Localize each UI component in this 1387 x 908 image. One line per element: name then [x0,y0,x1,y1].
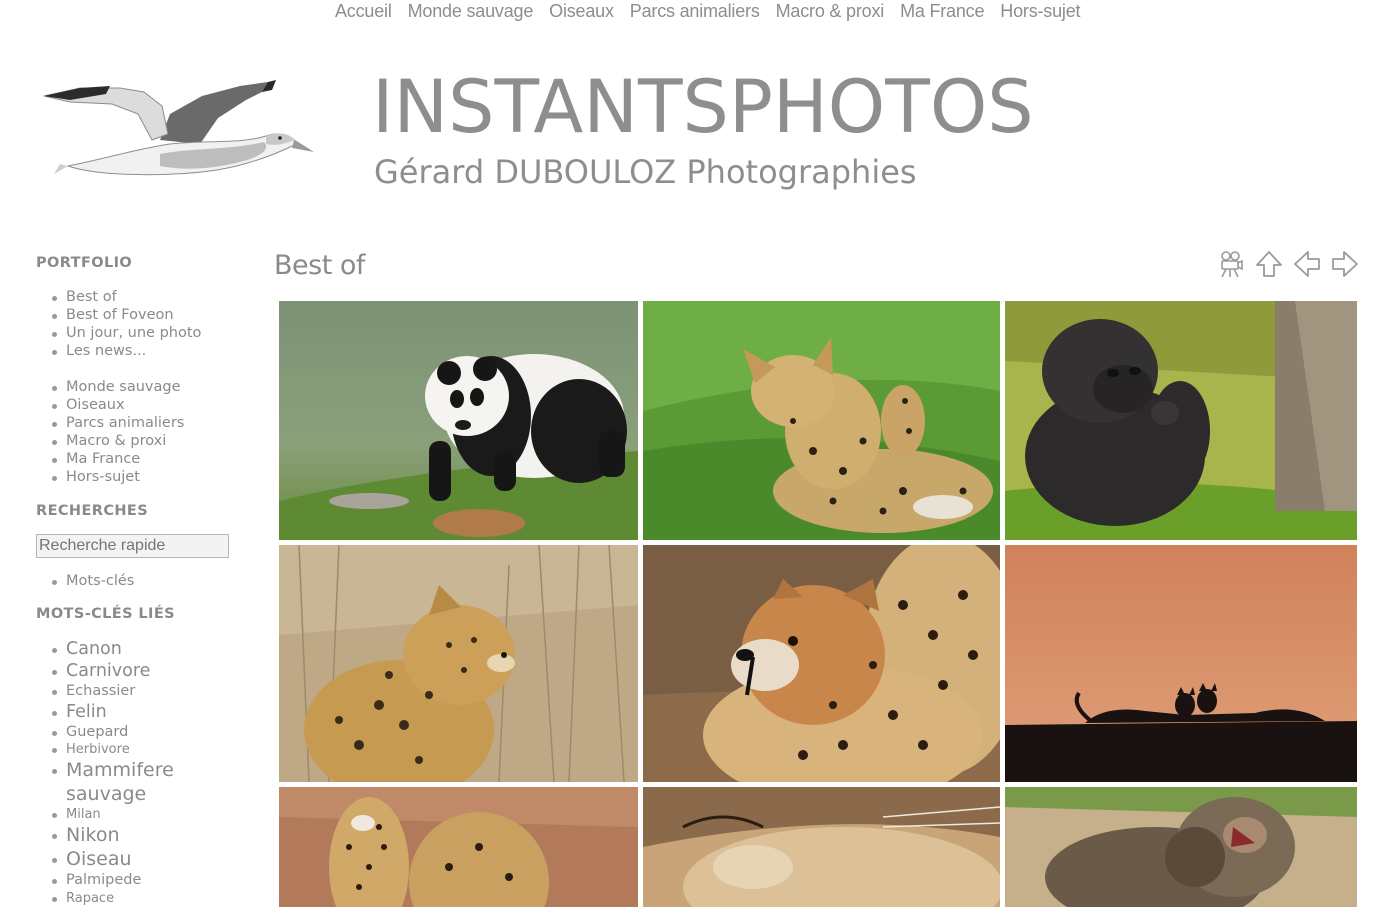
search-heading: RECHERCHES [36,503,149,519]
list-item[interactable]: Mammifere sauvage [52,759,246,806]
list-item[interactable]: Macro & proxi [52,432,246,450]
photo-thumbnail-panda[interactable] [279,301,638,540]
photo-thumbnail-lion-closeup[interactable] [643,787,1000,907]
site-title: INSTANTSPHOTOS [372,65,1034,150]
gallery-title: Best of [274,250,365,281]
topnav-link-monde-sauvage[interactable]: Monde sauvage [408,0,534,22]
list-item[interactable]: Ma France [52,450,246,468]
category-link-hors-sujet[interactable]: Hors-sujet [66,469,140,485]
photo-thumbnail-lion-silhouettes[interactable] [1005,545,1357,782]
portfolio-heading: PORTFOLIO [36,255,133,271]
portfolio-link-best-of[interactable]: Best of [66,289,117,305]
photo-thumbnail-wolves[interactable] [1005,787,1357,907]
list-item[interactable]: Milan [52,806,246,824]
slideshow-icon[interactable] [1216,247,1246,281]
top-navigation: Accueil Monde sauvage Oiseaux Parcs anim… [0,0,1387,24]
gallery-toolbar [1216,247,1360,281]
portfolio-link-news[interactable]: Les news... [66,343,146,359]
photo-thumbnail-gorilla[interactable] [1005,301,1357,540]
topnav-link-hors-sujet[interactable]: Hors-sujet [1000,0,1080,22]
list-item[interactable]: Oiseau [52,848,246,872]
photo-thumbnail-cheetah-cub[interactable] [279,787,638,907]
keywords-link[interactable]: Mots-clés [66,573,134,589]
gannet-bird-logo-icon[interactable] [40,74,316,182]
photo-thumbnail-serval[interactable] [643,301,1000,540]
list-item[interactable]: Hors-sujet [52,468,246,486]
tag-link-oiseau[interactable]: Oiseau [66,848,132,870]
topnav-link-parcs-animaliers[interactable]: Parcs animaliers [630,0,760,22]
tag-link-guepard[interactable]: Guepard [66,724,128,740]
previous-arrow-icon[interactable] [1292,247,1322,281]
list-item[interactable]: Oiseaux [52,396,246,414]
tag-link-canon[interactable]: Canon [66,639,122,659]
tag-link-nikon[interactable]: Nikon [66,824,119,846]
photo-thumbnail-leopard[interactable] [279,545,638,782]
topnav-link-macro-proxi[interactable]: Macro & proxi [776,0,885,22]
tag-link-rapace[interactable]: Rapace [66,891,114,906]
category-link-ma-france[interactable]: Ma France [66,451,140,467]
topnav-link-oiseaux[interactable]: Oiseaux [549,0,614,22]
tag-link-palmipede[interactable]: Palmipede [66,872,141,888]
tag-link-mammifere-sauvage[interactable]: Mammifere sauvage [66,759,174,805]
category-link-oiseaux[interactable]: Oiseaux [66,397,125,413]
list-item[interactable]: Guepard [52,723,246,742]
tag-link-milan[interactable]: Milan [66,807,101,822]
list-item[interactable]: Echassier [52,682,246,701]
tag-link-herbivore[interactable]: Herbivore [66,742,130,757]
photo-thumbnail-cheetah[interactable] [643,545,1000,782]
quick-search-input[interactable] [36,534,229,558]
portfolio-link-best-of-foveon[interactable]: Best of Foveon [66,307,174,323]
list-item[interactable]: Monde sauvage [52,378,246,396]
list-item[interactable]: Felin [52,701,246,723]
topnav-link-accueil[interactable]: Accueil [335,0,392,22]
list-item[interactable]: Best of [52,288,246,306]
category-link-macro-proxi[interactable]: Macro & proxi [66,433,166,449]
up-arrow-icon[interactable] [1254,247,1284,281]
site-subtitle: Gérard DUBOULOZ Photographies [374,153,917,191]
list-item[interactable]: Mots-clés [52,572,246,590]
list-item[interactable]: Best of Foveon [52,306,246,324]
category-list: Monde sauvage Oiseaux Parcs animaliers M… [36,378,246,486]
portfolio-link-un-jour[interactable]: Un jour, une photo [66,325,201,341]
related-tags-heading: MOTS-CLÉS LIÉS [36,606,175,622]
list-item[interactable]: Nikon [52,824,246,848]
list-item[interactable]: Un jour, une photo [52,324,246,342]
search-links: Mots-clés [36,572,246,590]
sidebar: PORTFOLIO Best of Best of Foveon Un jour… [36,252,246,908]
list-item[interactable]: Parcs animaliers [52,414,246,432]
list-item[interactable]: Palmipede [52,871,246,890]
tag-link-echassier[interactable]: Echassier [66,683,135,699]
list-item[interactable]: Carnivore [52,660,246,682]
list-item[interactable]: Herbivore [52,741,246,759]
list-item[interactable]: Canon [52,638,246,660]
related-tags-list: Canon Carnivore Echassier Felin Guepard … [36,638,246,908]
category-link-parcs-animaliers[interactable]: Parcs animaliers [66,415,184,431]
tag-link-carnivore[interactable]: Carnivore [66,661,150,681]
list-item[interactable]: Rapace [52,890,246,908]
tag-link-felin[interactable]: Felin [66,702,107,722]
next-arrow-icon[interactable] [1330,247,1360,281]
topnav-link-ma-france[interactable]: Ma France [900,0,984,22]
portfolio-list: Best of Best of Foveon Un jour, une phot… [36,288,246,360]
list-item[interactable]: Les news... [52,342,246,360]
category-link-monde-sauvage[interactable]: Monde sauvage [66,379,181,395]
